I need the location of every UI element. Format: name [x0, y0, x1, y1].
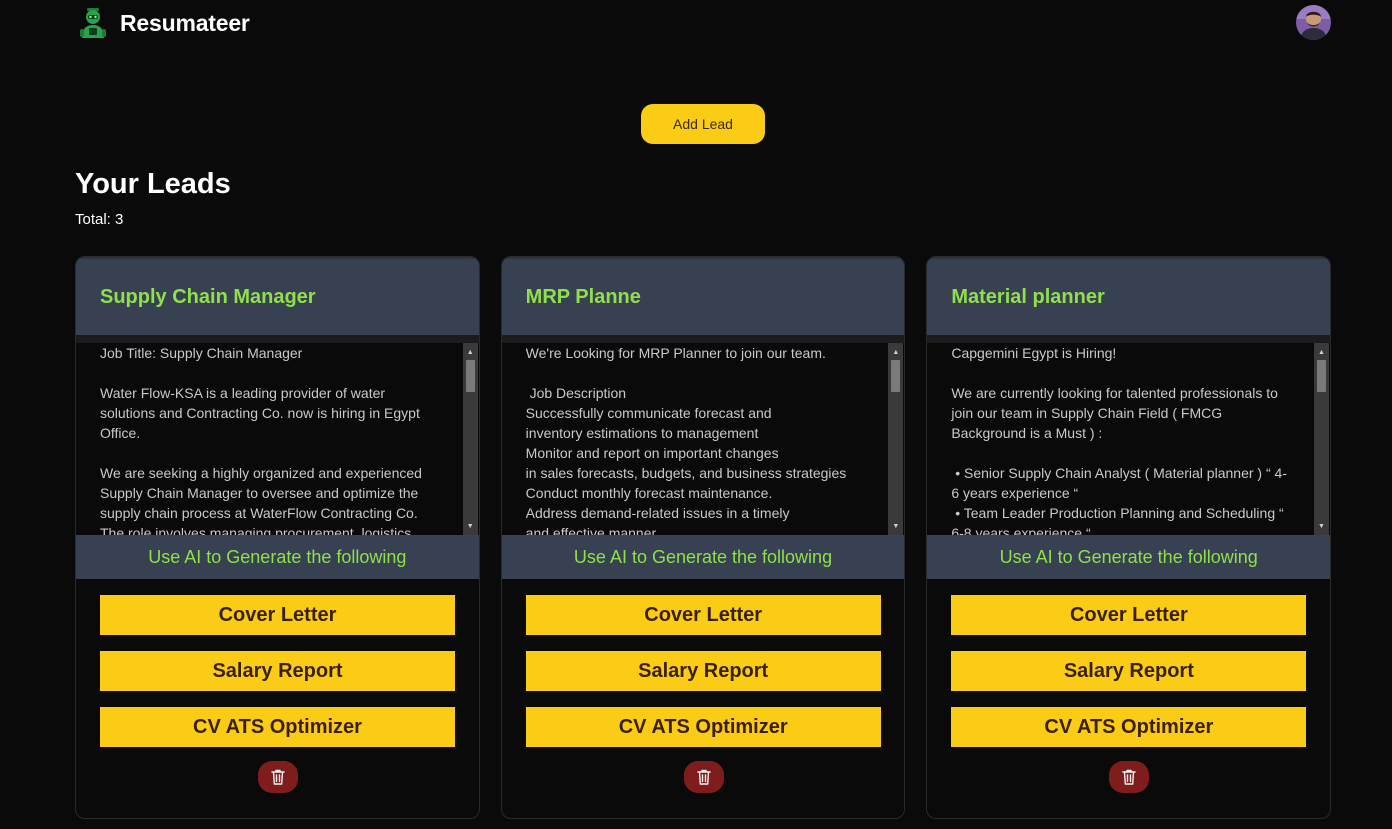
triangle-down-icon[interactable]: ▼	[463, 519, 478, 533]
divider	[501, 335, 905, 343]
total-label: Total:	[75, 211, 111, 228]
scrollbar-thumb[interactable]	[465, 360, 475, 392]
lead-title: Material planner	[951, 285, 1105, 308]
delete-lead-button[interactable]	[1109, 761, 1150, 793]
salary-report-button[interactable]: Salary Report	[951, 651, 1307, 691]
cv-ats-optimizer-button[interactable]: CV ATS Optimizer	[951, 707, 1307, 747]
trash-icon	[696, 769, 711, 785]
user-avatar[interactable]	[1296, 5, 1331, 40]
triangle-up-icon[interactable]: ▲	[463, 345, 478, 359]
scrollbar-thumb[interactable]	[1317, 360, 1327, 392]
avatar-image	[1296, 5, 1331, 40]
brand[interactable]: Resumateer	[78, 7, 250, 39]
total-value: 3	[115, 211, 124, 228]
card-header: Material planner	[927, 257, 1331, 335]
lead-description: Job Title: Supply Chain Manager Water Fl…	[100, 345, 422, 535]
description-box[interactable]: Capgemini Egypt is Hiring! We are curren…	[927, 343, 1331, 535]
ai-banner: Use AI to Generate the following	[501, 535, 905, 579]
triangle-up-icon[interactable]: ▲	[888, 345, 903, 359]
lead-card: MRP Planne We're Looking for MRP Planner…	[500, 256, 906, 819]
trash-icon	[271, 769, 285, 785]
card-header: MRP Planne	[501, 257, 905, 335]
total-count: Total: 3	[75, 211, 123, 228]
scrollbar-thumb[interactable]	[891, 360, 901, 392]
cover-letter-button[interactable]: Cover Letter	[525, 595, 881, 635]
scrollbar[interactable]: ▲ ▼	[462, 343, 478, 535]
ai-actions: Cover Letter Salary Report CV ATS Optimi…	[76, 579, 479, 747]
lead-title: MRP Planne	[525, 285, 641, 308]
delete-lead-button[interactable]	[258, 761, 298, 793]
scrollbar[interactable]: ▲ ▼	[1314, 343, 1330, 535]
divider	[76, 335, 479, 343]
triangle-down-icon[interactable]: ▼	[888, 519, 903, 533]
lead-card: Supply Chain Manager Job Title: Supply C…	[75, 256, 480, 819]
lead-title: Supply Chain Manager	[100, 285, 316, 308]
cover-letter-button[interactable]: Cover Letter	[951, 595, 1307, 635]
cv-ats-optimizer-button[interactable]: CV ATS Optimizer	[100, 707, 455, 747]
description-box[interactable]: Job Title: Supply Chain Manager Water Fl…	[76, 343, 479, 535]
divider	[927, 335, 1331, 343]
triangle-up-icon[interactable]: ▲	[1314, 345, 1329, 359]
ai-actions: Cover Letter Salary Report CV ATS Optimi…	[502, 579, 905, 747]
cover-letter-button[interactable]: Cover Letter	[100, 595, 455, 635]
robot-mascot-icon	[80, 8, 106, 38]
cv-ats-optimizer-button[interactable]: CV ATS Optimizer	[525, 707, 881, 747]
add-lead-button[interactable]: Add Lead	[641, 104, 765, 144]
top-navbar: Resumateer	[0, 0, 1392, 48]
page-title: Your Leads	[75, 168, 231, 200]
trash-icon	[1122, 769, 1137, 785]
description-box[interactable]: We're Looking for MRP Planner to join ou…	[501, 343, 905, 535]
delete-lead-button[interactable]	[683, 761, 724, 793]
ai-actions: Cover Letter Salary Report CV ATS Optimi…	[927, 579, 1330, 747]
ai-banner: Use AI to Generate the following	[76, 535, 479, 579]
card-header: Supply Chain Manager	[76, 257, 479, 335]
app-name: Resumateer	[120, 9, 250, 36]
salary-report-button[interactable]: Salary Report	[525, 651, 881, 691]
triangle-down-icon[interactable]: ▼	[1314, 519, 1329, 533]
lead-cards: Supply Chain Manager Job Title: Supply C…	[75, 256, 1332, 819]
lead-description: Capgemini Egypt is Hiring! We are curren…	[951, 345, 1287, 535]
lead-card: Material planner Capgemini Egypt is Hiri…	[926, 256, 1332, 819]
scrollbar[interactable]: ▲ ▼	[888, 343, 904, 535]
salary-report-button[interactable]: Salary Report	[100, 651, 455, 691]
ai-banner: Use AI to Generate the following	[927, 535, 1331, 579]
lead-description: We're Looking for MRP Planner to join ou…	[525, 345, 847, 535]
